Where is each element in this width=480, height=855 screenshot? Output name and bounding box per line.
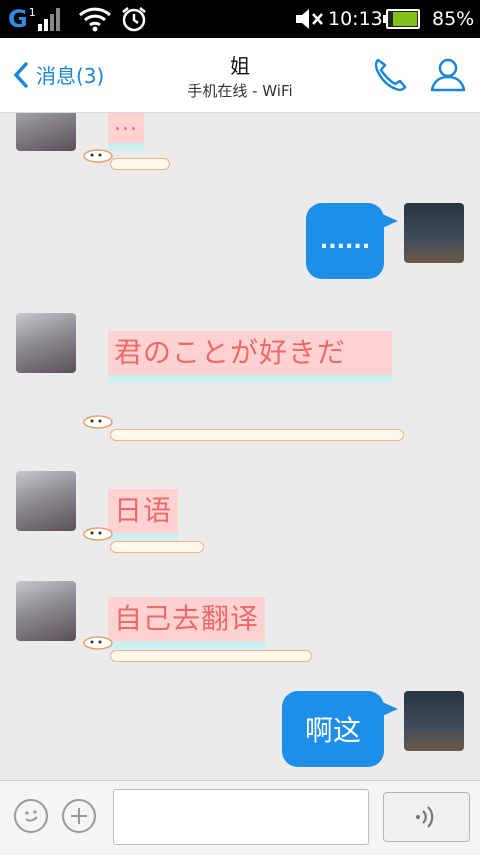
wifi-icon <box>78 7 112 32</box>
incoming-message-bubble[interactable]: ... <box>108 113 144 151</box>
message-input[interactable] <box>113 789 369 845</box>
message-text: 自己去翻译 <box>114 602 260 635</box>
call-button[interactable] <box>370 54 410 94</box>
phone-icon <box>374 58 407 92</box>
contact-avatar[interactable] <box>16 471 76 531</box>
message-text: 君のことが好きだ <box>114 336 347 369</box>
status-bar: G 1 10:13 85% <box>0 0 480 38</box>
outgoing-message-bubble[interactable]: 啊这 <box>282 691 398 767</box>
bubble-tail-decoration <box>110 429 404 441</box>
mute-icon <box>296 9 323 29</box>
plus-icon <box>71 808 87 824</box>
bubble-tail-decoration <box>110 158 170 170</box>
incoming-message-bubble[interactable]: 自己去翻译 <box>108 597 266 649</box>
contact-avatar[interactable] <box>16 113 76 151</box>
bubble-tail-decoration <box>110 541 204 553</box>
message-list[interactable]: ... ...... 君のことが好きだ 日语 自己去翻译 啊这 <box>0 113 480 780</box>
profile-icon <box>430 58 466 92</box>
alarm-icon <box>122 7 146 32</box>
contact-avatar[interactable] <box>16 581 76 641</box>
message-text: ... <box>114 113 138 136</box>
outgoing-message-bubble[interactable]: ...... <box>306 203 398 279</box>
mute-indicator <box>294 0 324 38</box>
incoming-message-bubble[interactable]: 日语 <box>108 489 179 541</box>
battery-icon <box>383 9 420 29</box>
emoji-button[interactable] <box>14 799 48 833</box>
cat-decoration-icon <box>83 415 113 429</box>
cat-decoration-icon <box>83 527 113 541</box>
voice-icon <box>415 806 433 828</box>
network-indicator: G 1 <box>8 0 63 38</box>
bubble-tail-decoration <box>110 650 312 662</box>
message-text: 日语 <box>114 494 173 527</box>
cat-decoration-icon <box>83 149 113 163</box>
incoming-message-bubble[interactable]: 君のことが好きだ <box>108 331 392 383</box>
more-button[interactable] <box>62 799 96 833</box>
battery-percent: 85% <box>432 8 475 30</box>
input-bar <box>0 780 480 855</box>
sim-slot: 1 <box>28 6 36 19</box>
emoji-icon <box>25 810 38 822</box>
clock: 10:13 <box>328 8 383 30</box>
contact-avatar[interactable] <box>16 313 76 373</box>
message-text: ...... <box>319 228 371 254</box>
message-text: 啊这 <box>304 714 361 747</box>
alarm-indicator <box>120 0 148 38</box>
cat-decoration-icon <box>83 636 113 650</box>
voice-button[interactable] <box>383 792 470 842</box>
chat-header: 消息(3) 姐 手机在线 - WiFi <box>0 38 480 113</box>
wifi-indicator <box>78 0 112 38</box>
my-avatar[interactable] <box>404 691 464 751</box>
network-type: G <box>8 5 28 33</box>
battery-indicator <box>383 0 420 38</box>
my-avatar[interactable] <box>404 203 464 263</box>
battery-fill <box>393 12 417 26</box>
profile-button[interactable] <box>428 54 468 94</box>
signal-icon <box>37 8 60 31</box>
